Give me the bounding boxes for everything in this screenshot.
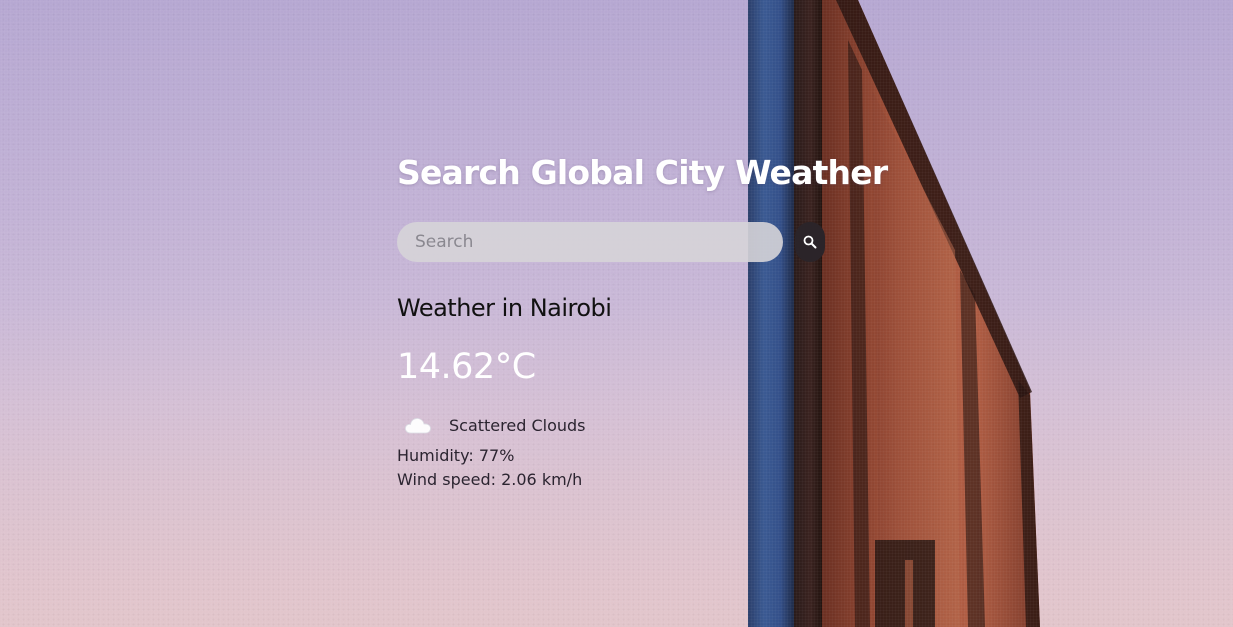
page-title: Search Global City Weather xyxy=(397,153,888,192)
weather-card: Search Global City Weather Weather in Na… xyxy=(397,148,888,492)
condition-row: Scattered Clouds xyxy=(397,410,837,440)
weather-description: Scattered Clouds xyxy=(449,415,586,435)
temperature: 14.62°C xyxy=(397,347,536,387)
cloud-icon xyxy=(405,418,431,434)
search-input[interactable] xyxy=(397,222,783,262)
wind-speed-text: Wind speed: 2.06 km/h xyxy=(397,470,583,489)
search-icon xyxy=(803,235,817,249)
search-bar xyxy=(397,222,837,262)
search-button[interactable] xyxy=(795,222,825,262)
weather-details: Humidity: 77% Wind speed: 2.06 km/h xyxy=(397,444,837,492)
city-heading: Weather in Nairobi xyxy=(397,294,612,322)
humidity-text: Humidity: 77% xyxy=(397,446,515,465)
